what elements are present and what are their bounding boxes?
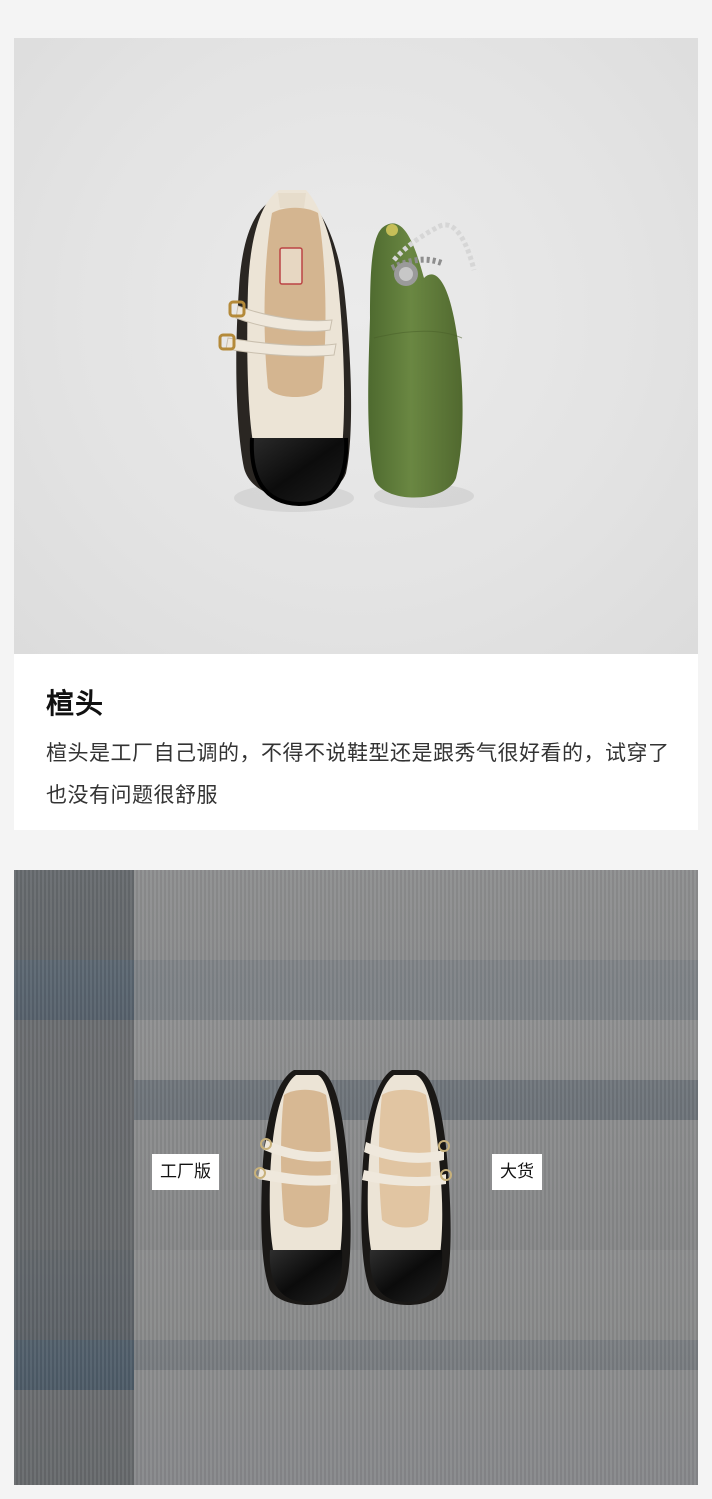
shoe-and-last-illustration — [218, 190, 477, 512]
mary-jane-shoe — [218, 190, 352, 507]
section-description: 楦头是工厂自己调的，不得不说鞋型还是跟秀气很好看的，试穿了也没有问题很舒服 — [46, 741, 670, 807]
description-card: 楦头 楦头是工厂自己调的，不得不说鞋型还是跟秀气很好看的，试穿了也没有问题很舒服 — [14, 654, 698, 830]
comparison-photo: 工厂版 大货 — [14, 870, 698, 1485]
section-title: 楦头 — [46, 687, 105, 720]
bulk-goods-label: 大货 — [492, 1154, 542, 1190]
shoe-and-last-photo — [14, 38, 698, 654]
bulk-production-shoe — [361, 1070, 452, 1305]
factory-version-label: 工厂版 — [152, 1154, 219, 1190]
green-shoe-last — [368, 222, 477, 498]
comparison-shoes-illustration — [254, 1070, 452, 1305]
factory-sample-shoe — [254, 1070, 351, 1305]
